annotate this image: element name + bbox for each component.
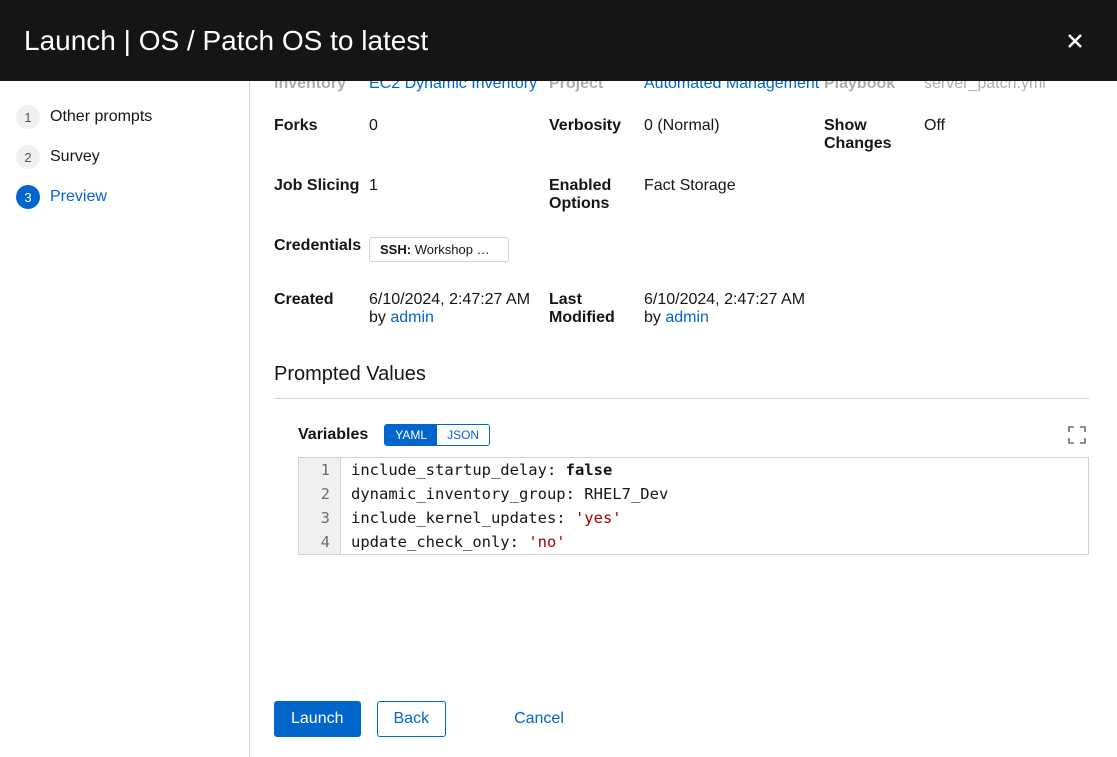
credential-chip[interactable]: SSH: Workshop Cred... [369,237,509,262]
inventory-label: Inventory [274,81,369,93]
code: include_startup_delay: false [341,458,612,482]
modal-title: Launch | OS / Patch OS to latest [24,25,428,57]
code: dynamic_inventory_group: RHEL7_Dev [341,482,668,506]
close-icon[interactable] [1063,29,1087,53]
playbook-value: server_patch.yml [924,81,1044,93]
step-preview[interactable]: 3 Preview [16,185,233,209]
back-button[interactable]: Back [377,701,447,737]
prompted-values-heading: Prompted Values [274,363,1089,386]
credential-type: SSH: [380,242,411,257]
inventory-value[interactable]: EC2 Dynamic Inventory [369,81,549,93]
modified-label: Last Modified [549,291,644,327]
created-user-link[interactable]: admin [390,309,434,326]
editor-line: 4update_check_only: 'no' [299,530,1088,554]
forks-label: Forks [274,117,369,153]
step-number: 1 [16,105,40,129]
project-label: Project [549,81,644,93]
show-changes-label: Show Changes [824,117,924,153]
step-other-prompts[interactable]: 1 Other prompts [16,105,233,129]
created-ts: 6/10/2024, 2:47:27 AM [369,291,530,308]
job-slicing-label: Job Slicing [274,177,369,213]
modified-by-prefix: by [644,309,665,326]
step-number: 2 [16,145,40,169]
job-slicing-value: 1 [369,177,549,213]
variables-header: Variables YAML JSON [274,423,1089,457]
step-survey[interactable]: 2 Survey [16,145,233,169]
wizard-sidebar: 1 Other prompts 2 Survey 3 Preview [0,81,250,757]
modified-value: 6/10/2024, 2:47:27 AM by admin [644,291,824,327]
project-value[interactable]: Automated Management [644,81,824,93]
created-by-prefix: by [369,309,390,326]
launch-button[interactable]: Launch [274,701,361,737]
enabled-options-value: Fact Storage [644,177,824,213]
playbook-label: Playbook [824,81,924,93]
created-value: 6/10/2024, 2:47:27 AM by admin [369,291,549,327]
enabled-options-label: Enabled Options [549,177,644,213]
step-label: Survey [50,148,100,166]
show-changes-value: Off [924,117,1044,153]
expand-icon[interactable] [1065,423,1089,447]
verbosity-value: 0 (Normal) [644,117,824,153]
editor-line: 1include_startup_delay: false [299,458,1088,482]
main-panel: Inventory EC2 Dynamic Inventory Project … [250,81,1117,757]
line-number: 3 [299,506,341,530]
section-divider [274,398,1089,399]
code: update_check_only: 'no' [341,530,566,554]
credential-name: Workshop Cred... [415,242,509,257]
step-label: Preview [50,188,107,206]
credentials-value: SSH: Workshop Cred... [369,237,549,267]
editor-line: 3include_kernel_updates: 'yes' [299,506,1088,530]
details-grid: Inventory EC2 Dynamic Inventory Project … [274,81,1089,327]
line-number: 4 [299,530,341,554]
verbosity-label: Verbosity [549,117,644,153]
line-number: 1 [299,458,341,482]
cancel-button[interactable]: Cancel [510,702,568,736]
modified-user-link[interactable]: admin [665,309,709,326]
credentials-label: Credentials [274,237,369,267]
modal-footer: Launch Back Cancel [250,681,1117,757]
line-number: 2 [299,482,341,506]
modal-header: Launch | OS / Patch OS to latest [0,0,1117,81]
created-label: Created [274,291,369,327]
code: include_kernel_updates: 'yes' [341,506,622,530]
format-toggle: YAML JSON [384,424,490,446]
step-label: Other prompts [50,108,152,126]
variables-editor[interactable]: 1include_startup_delay: false2dynamic_in… [298,457,1089,555]
content-scroll[interactable]: Inventory EC2 Dynamic Inventory Project … [250,81,1117,681]
variables-label: Variables [298,426,368,444]
step-number: 3 [16,185,40,209]
forks-value: 0 [369,117,549,153]
modified-ts: 6/10/2024, 2:47:27 AM [644,291,805,308]
editor-line: 2dynamic_inventory_group: RHEL7_Dev [299,482,1088,506]
toggle-yaml[interactable]: YAML [385,425,437,445]
toggle-json[interactable]: JSON [437,425,489,445]
